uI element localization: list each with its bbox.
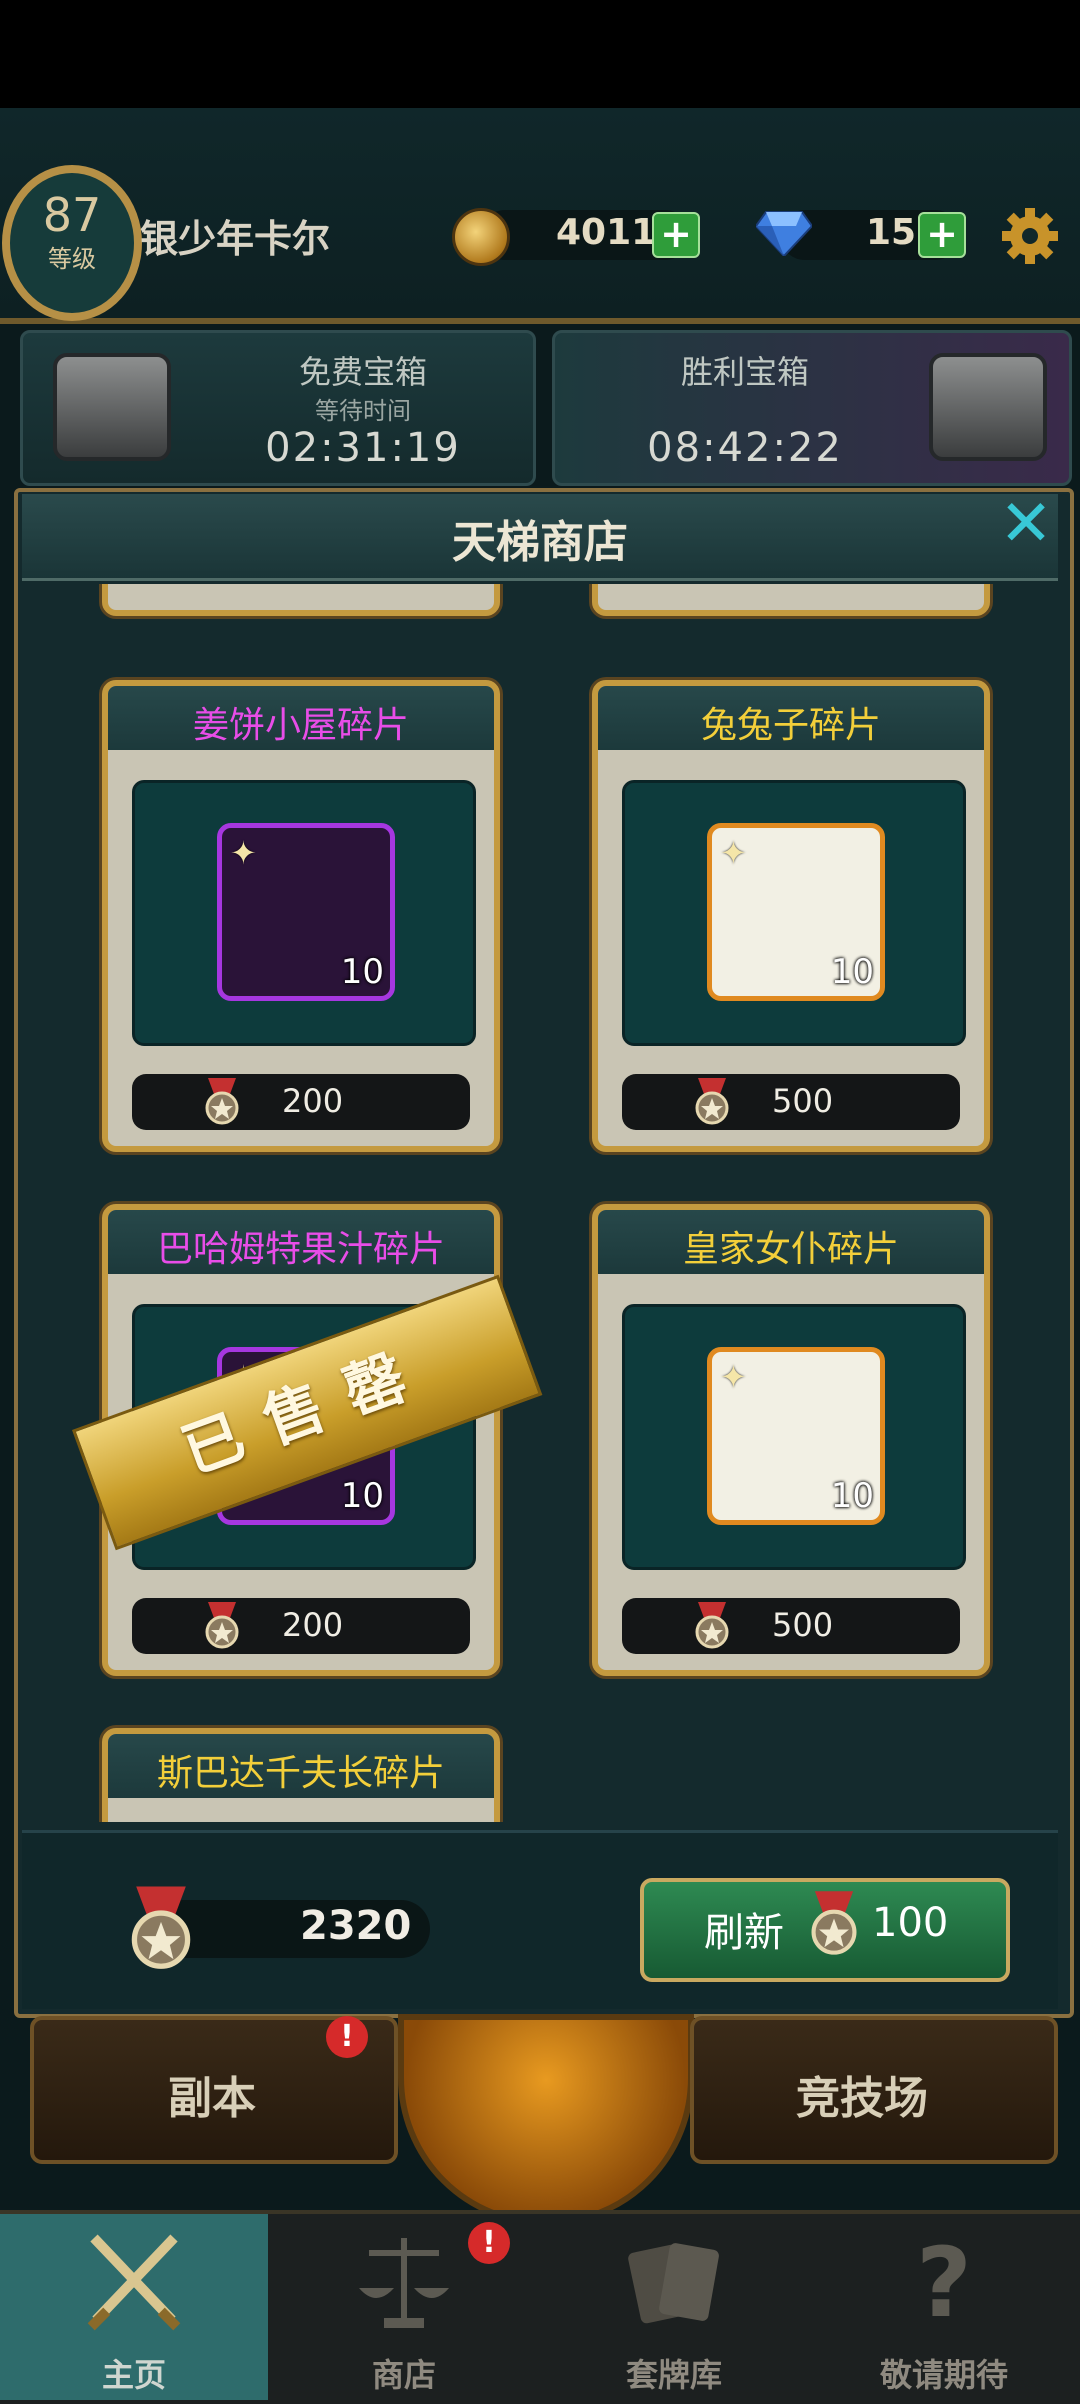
add-gems-button[interactable]: + <box>918 212 966 258</box>
gem-value: 15 <box>866 212 917 253</box>
nav-home-label: 主页 <box>101 2356 166 2394</box>
puzzle-icon: ✦ <box>720 834 747 872</box>
level-label: 等级 <box>48 245 96 273</box>
scales-icon <box>359 2238 449 2328</box>
card-title: 皇家女仆碎片 <box>682 1229 899 1270</box>
price-value: 500 <box>772 1082 834 1120</box>
price-value: 500 <box>772 1606 834 1644</box>
shop-card-partial[interactable] <box>102 584 500 616</box>
fragment-count: 10 <box>340 1476 384 1516</box>
medal-icon <box>205 1602 239 1649</box>
shop-card-gingerbread[interactable]: 姜饼小屋碎片 ✦ 10 200 <box>102 680 500 1152</box>
card-image-area: ✦ 10 <box>622 780 966 1046</box>
card-title: 斯巴达千夫长碎片 <box>156 1753 445 1794</box>
nav-shop[interactable]: ! 商店 <box>270 2214 538 2400</box>
coin-icon <box>452 208 510 266</box>
puzzle-icon: ✦ <box>230 834 257 872</box>
battle-button[interactable] <box>398 2014 694 2226</box>
arena-label: 竞技场 <box>796 2073 928 2124</box>
puzzle-icon: ✦ <box>720 1358 747 1396</box>
medal-icon <box>695 1078 729 1125</box>
victory-chest-panel[interactable]: 胜利宝箱 08:42:22 <box>552 330 1072 486</box>
card-image-area: ✦ 10 <box>622 1304 966 1570</box>
free-chest-title: 免费宝箱 <box>298 353 427 391</box>
puzzle-piece-icon: ✦ 10 <box>707 1347 885 1525</box>
level-badge[interactable]: 87 等级 <box>2 165 142 321</box>
free-chest-subtitle: 等待时间 <box>315 397 411 425</box>
fragment-count: 10 <box>830 1476 874 1516</box>
nav-decks-label: 套牌库 <box>625 2356 722 2394</box>
card-title: 巴哈姆特果汁碎片 <box>156 1229 445 1270</box>
close-icon[interactable]: ✕ <box>996 492 1056 556</box>
shop-card-partial[interactable] <box>592 584 990 616</box>
shop-card-spartan[interactable]: 斯巴达千夫长碎片 <box>102 1728 500 1822</box>
price-value: 200 <box>282 1606 344 1644</box>
medal-icon <box>695 1602 729 1649</box>
card-title: 姜饼小屋碎片 <box>192 705 409 746</box>
dungeon-label: 副本 <box>168 2073 256 2124</box>
nav-shop-label: 商店 <box>371 2356 436 2394</box>
free-chest-panel[interactable]: 免费宝箱 等待时间 02:31:19 <box>20 330 536 486</box>
nav-home[interactable]: 主页 <box>0 2214 268 2400</box>
dialog-title: 天梯商店 <box>452 517 628 568</box>
ladder-currency-value: 2320 <box>300 1903 412 1949</box>
nav-coming-soon[interactable]: ? 敬请期待 <box>810 2214 1078 2400</box>
puzzle-piece-icon: ✦ 10 <box>217 823 395 1001</box>
fragment-count: 10 <box>340 952 384 992</box>
coin-value: 4011 <box>556 212 657 253</box>
price-bar: 200 <box>132 1074 470 1130</box>
gear-icon[interactable] <box>1000 206 1060 266</box>
crossed-swords-icon <box>87 2234 181 2331</box>
notification-badge: ! <box>326 2016 368 2058</box>
puzzle-piece-icon: ✦ 10 <box>707 823 885 1001</box>
refresh-label: 刷新 <box>704 1910 784 1956</box>
fragment-count: 10 <box>830 952 874 992</box>
gem-icon <box>756 211 812 256</box>
card-image-area: ✦ 10 <box>132 780 476 1046</box>
refresh-cost: 100 <box>872 1900 949 1946</box>
price-bar: 500 <box>622 1074 960 1130</box>
medal-icon <box>205 1078 239 1125</box>
price-bar: 500 <box>622 1598 960 1654</box>
add-coins-button[interactable]: + <box>652 212 700 258</box>
nav-coming-soon-label: 敬请期待 <box>879 2356 1008 2394</box>
card-title: 兔兔子碎片 <box>700 705 881 746</box>
victory-chest-title: 胜利宝箱 <box>680 353 809 391</box>
victory-chest-timer: 08:42:22 <box>647 425 843 471</box>
notification-badge: ! <box>468 2222 510 2264</box>
price-value: 200 <box>282 1082 344 1120</box>
nav-decks[interactable]: 套牌库 <box>540 2214 808 2400</box>
price-bar: 200 <box>132 1598 470 1654</box>
status-bar <box>0 0 1080 108</box>
question-icon: ? <box>916 2227 972 2339</box>
player-name[interactable]: 银少年卡尔 <box>140 208 330 263</box>
medal-icon <box>131 1886 191 1969</box>
shop-card-bunny[interactable]: 兔兔子碎片 ✦ 10 500 <box>592 680 990 1152</box>
chest-icon <box>53 353 171 461</box>
arena-button[interactable]: 竞技场 <box>690 2016 1058 2164</box>
free-chest-timer: 02:31:19 <box>265 425 461 471</box>
cards-icon <box>628 2243 719 2324</box>
shop-item-list[interactable]: 姜饼小屋碎片 ✦ 10 200 兔兔子碎片 ✦ 10 500 巴哈姆特果汁碎片 … <box>30 584 1050 1822</box>
shop-card-royal-maid[interactable]: 皇家女仆碎片 ✦ 10 500 <box>592 1204 990 1676</box>
medal-icon <box>811 1891 857 1955</box>
level-number: 87 <box>42 188 102 242</box>
chest-icon <box>929 353 1047 461</box>
